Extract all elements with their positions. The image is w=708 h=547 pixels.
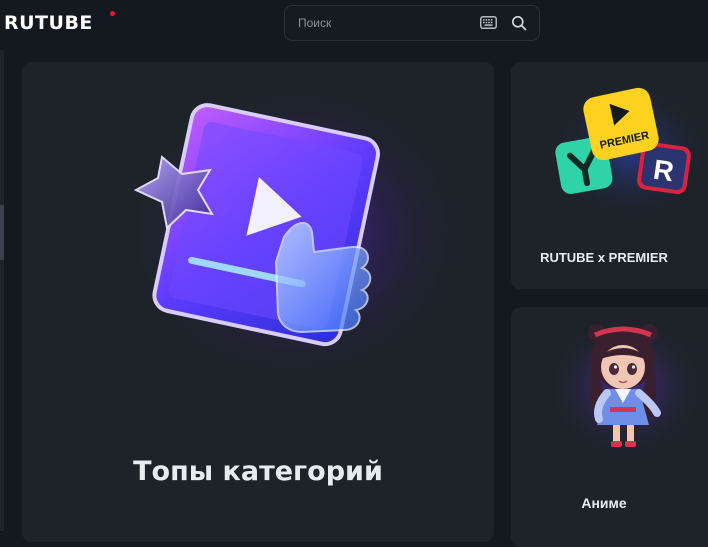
left-scroll-rail[interactable] (0, 50, 4, 531)
premier-cubes-illustration: R PREMIER (551, 82, 708, 222)
tablet-play-illustration (122, 82, 462, 382)
card-title-anime: Аниме (581, 495, 627, 511)
search-input[interactable]: Поиск (298, 16, 331, 30)
keyboard-icon[interactable] (480, 16, 497, 34)
anime-girl-illustration (546, 312, 706, 462)
card-title-premier: RUTUBE x PREMIER (540, 250, 668, 265)
top-header: RUTUBE Поиск (0, 0, 708, 48)
category-card-top[interactable]: Топы категорий (22, 62, 494, 542)
category-card-premier[interactable]: R PREMIER RUTUBE x PREMIER (511, 62, 708, 289)
left-rail-handle[interactable] (0, 205, 4, 260)
svg-text:R: R (651, 154, 675, 188)
card-title-top-categories: Топы категорий (133, 456, 383, 487)
rutube-logo[interactable]: RUTUBE (4, 12, 93, 34)
search-bar[interactable]: Поиск (284, 5, 540, 41)
logo-red-dot (110, 11, 115, 16)
search-icon[interactable] (511, 15, 527, 36)
category-card-anime[interactable]: Аниме (511, 307, 708, 547)
